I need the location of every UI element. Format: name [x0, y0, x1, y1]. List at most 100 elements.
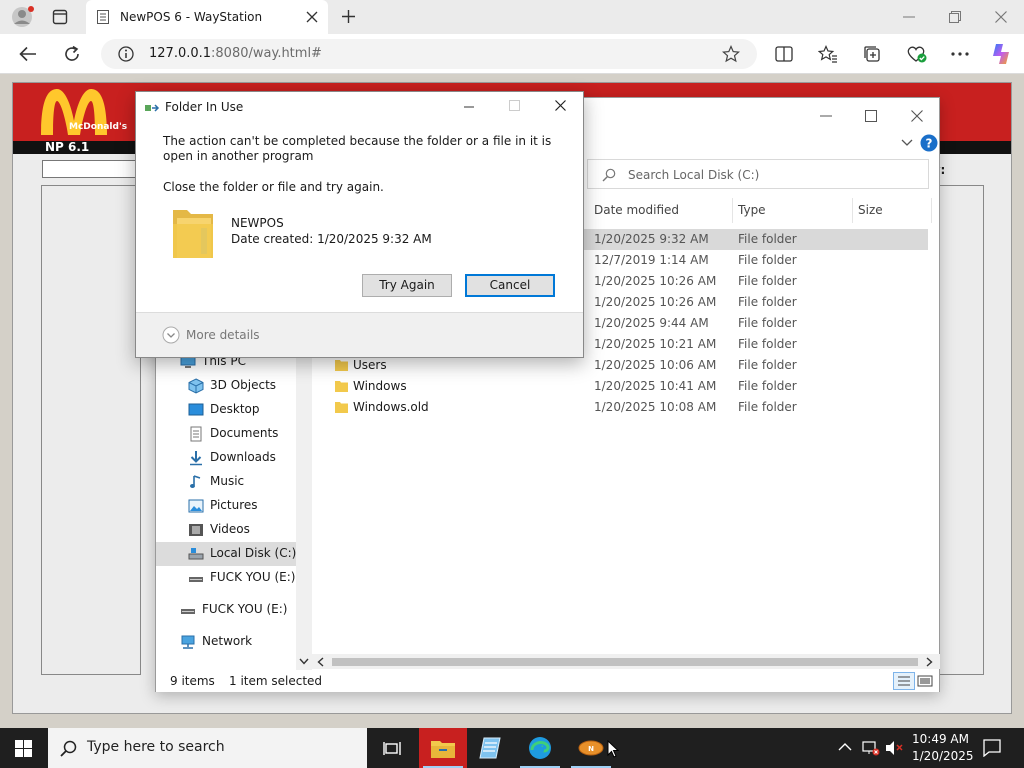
split-screen-icon[interactable] — [775, 46, 793, 62]
horizontal-scrollbar[interactable] — [312, 654, 940, 669]
folder-icon — [335, 380, 348, 392]
newpos-app-icon[interactable]: N — [571, 740, 611, 768]
cancel-button[interactable]: Cancel — [465, 274, 555, 297]
ribbon-expand-icon[interactable] — [901, 139, 913, 147]
notepad-app-icon[interactable] — [478, 737, 502, 759]
pos-input-field[interactable] — [42, 160, 142, 178]
close-tab-icon[interactable] — [306, 11, 318, 23]
nav-item-documents[interactable]: Documents — [156, 422, 296, 446]
nav-item-network[interactable]: Network — [156, 630, 296, 654]
clock-time[interactable]: 10:49 AM — [912, 732, 969, 746]
file-row[interactable]: Users 1/20/2025 10:06 AM File folder — [313, 355, 928, 376]
file-type: File folder — [738, 337, 797, 351]
file-row[interactable]: Windows 1/20/2025 10:41 AM File folder — [313, 376, 928, 397]
browser-tab[interactable]: NewPOS 6 - WayStation — [86, 0, 328, 34]
volume-icon[interactable] — [884, 740, 904, 756]
nav-item-drive-e-root[interactable]: FUCK YOU (E:) — [156, 598, 296, 622]
notifications-icon[interactable] — [983, 739, 1001, 757]
profile-icon[interactable] — [10, 6, 34, 28]
file-date: 1/20/2025 10:08 AM — [594, 400, 717, 414]
try-again-button[interactable]: Try Again — [362, 274, 452, 297]
nav-label: Network — [202, 634, 253, 648]
nav-item-local-disk[interactable]: Local Disk (C:) — [156, 542, 296, 566]
collections-icon[interactable] — [863, 45, 881, 63]
videos-icon — [188, 522, 204, 538]
explorer-close-icon[interactable] — [911, 110, 923, 122]
file-name: Users — [353, 358, 387, 372]
copilot-icon[interactable] — [989, 42, 1013, 66]
folder-icon — [335, 359, 348, 371]
column-size[interactable]: Size — [858, 203, 883, 217]
column-type[interactable]: Type — [738, 203, 766, 217]
mouse-cursor-icon — [607, 740, 619, 758]
scroll-down-icon[interactable] — [299, 658, 309, 665]
large-icons-view-icon[interactable] — [917, 673, 933, 689]
help-icon[interactable]: ? — [920, 134, 938, 152]
usb-drive-icon — [188, 570, 204, 586]
url-text[interactable]: 127.0.0.1:8080/way.html# — [149, 46, 322, 61]
back-icon[interactable] — [19, 46, 37, 62]
network-status-icon[interactable] — [862, 740, 880, 756]
column-date-modified[interactable]: Date modified — [594, 203, 679, 217]
nav-label: Pictures — [210, 498, 258, 512]
nav-label: Videos — [210, 522, 250, 536]
folder-in-use-dialog: Folder In Use The action can't be comple… — [135, 91, 584, 358]
favorite-star-icon[interactable] — [722, 45, 740, 63]
details-view-icon[interactable] — [893, 672, 915, 690]
windows-start-icon[interactable] — [15, 740, 32, 757]
nav-item-downloads[interactable]: Downloads — [156, 446, 296, 470]
file-date: 1/20/2025 9:32 AM — [594, 232, 709, 246]
usb-drive-icon — [180, 602, 196, 618]
dialog-instruction: Close the folder or file and try again. — [163, 180, 384, 194]
tab-actions-icon[interactable] — [52, 9, 68, 25]
task-view-icon[interactable] — [383, 740, 401, 757]
favorites-icon[interactable] — [818, 45, 838, 63]
address-bar[interactable]: 127.0.0.1:8080/way.html# — [101, 39, 757, 69]
site-info-icon[interactable] — [118, 46, 134, 62]
explorer-maximize-icon[interactable] — [865, 110, 877, 122]
search-icon — [602, 168, 616, 182]
close-window-icon[interactable] — [995, 11, 1007, 23]
nav-item-3d-objects[interactable]: 3D Objects — [156, 374, 296, 398]
refresh-icon[interactable] — [63, 45, 81, 63]
music-icon — [188, 474, 204, 490]
show-hidden-icons-icon[interactable] — [838, 742, 852, 752]
explorer-minimize-icon[interactable] — [820, 115, 832, 117]
nav-label: Downloads — [210, 450, 276, 464]
minimize-window-icon[interactable] — [903, 16, 915, 18]
more-details-link[interactable]: More details — [186, 328, 260, 342]
logo-wordmark: McDonald's — [69, 122, 128, 132]
restore-window-icon[interactable] — [949, 11, 961, 23]
column-divider[interactable] — [732, 198, 733, 223]
scroll-right-icon[interactable] — [926, 657, 933, 667]
nav-item-desktop[interactable]: Desktop — [156, 398, 296, 422]
nav-label: Local Disk (C:) — [210, 546, 297, 560]
more-options-icon[interactable] — [951, 52, 969, 56]
nav-item-pictures[interactable]: Pictures — [156, 494, 296, 518]
taskbar-file-explorer-button[interactable] — [419, 728, 467, 768]
new-tab-icon[interactable] — [341, 9, 356, 24]
file-date: 1/20/2025 10:26 AM — [594, 295, 717, 309]
edge-browser-icon[interactable] — [520, 736, 560, 768]
column-divider[interactable] — [852, 198, 853, 223]
nav-item-drive-e[interactable]: FUCK YOU (E:) — [156, 566, 296, 590]
url-host: 127.0.0.1 — [149, 46, 212, 61]
file-type: File folder — [738, 316, 797, 330]
nav-label: Desktop — [210, 402, 260, 416]
browser-essentials-icon[interactable] — [906, 44, 928, 64]
column-divider[interactable] — [931, 198, 932, 223]
scroll-thumb[interactable] — [332, 658, 918, 666]
explorer-search-box[interactable]: Search Local Disk (C:) — [587, 159, 929, 189]
file-row[interactable]: Windows.old 1/20/2025 10:08 AM File fold… — [313, 397, 928, 418]
nav-scrollbar[interactable] — [296, 338, 312, 671]
file-name: Windows.old — [353, 400, 429, 414]
desktop-icon — [188, 402, 204, 418]
nav-item-music[interactable]: Music — [156, 470, 296, 494]
clock-date[interactable]: 1/20/2025 — [912, 749, 974, 763]
nav-item-videos[interactable]: Videos — [156, 518, 296, 542]
scroll-left-icon[interactable] — [317, 657, 324, 667]
dialog-minimize-icon[interactable] — [464, 106, 474, 108]
expand-details-icon[interactable] — [162, 326, 180, 344]
dialog-close-icon[interactable] — [555, 100, 566, 111]
taskbar-search-box[interactable]: Type here to search — [48, 728, 367, 768]
